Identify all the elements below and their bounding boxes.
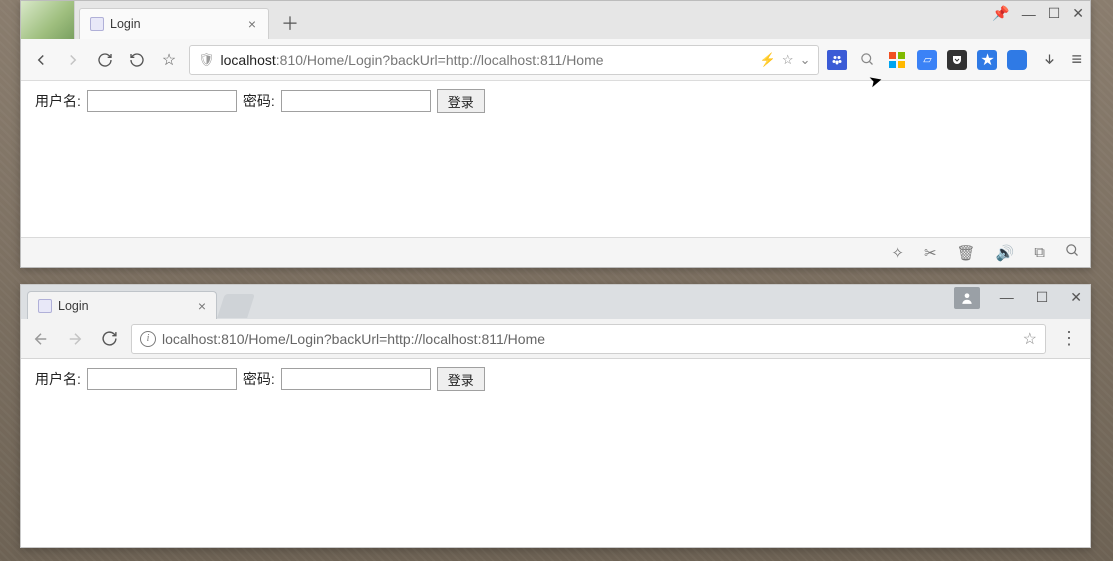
firefox-bottom-toolbar: ✧ ✂ 🗑 🔊 ⧉ (21, 237, 1090, 267)
kebab-menu-button[interactable]: ⋮ (1056, 328, 1082, 349)
maximize-button[interactable]: ☐ (1036, 289, 1049, 306)
back-button[interactable] (29, 48, 53, 72)
username-label: 用户名: (35, 91, 81, 111)
bookmark-star-button[interactable]: ☆ (157, 48, 181, 72)
password-input[interactable] (281, 90, 431, 112)
firefox-page-content: 用户名: 密码: 登录 (21, 81, 1090, 237)
audio-icon[interactable]: 🔊 (996, 244, 1015, 262)
zoom-icon[interactable] (1065, 243, 1080, 262)
close-window-button[interactable]: ✕ (1070, 289, 1082, 306)
firefox-window: Login × ＋ 📌 — ☐ ✕ ☆ 🛡 localhost:810/Home… (20, 0, 1091, 268)
star-extension-icon[interactable]: ★ (977, 50, 997, 70)
password-label: 密码: (243, 91, 275, 111)
microsoft-extension-icon[interactable] (887, 50, 907, 70)
chrome-toolbar: i localhost:810/Home/Login?backUrl=http:… (21, 319, 1090, 359)
url-actions: ⚡ ☆ ⌄ (760, 52, 811, 68)
back-button[interactable] (29, 327, 53, 351)
reload-button[interactable] (93, 48, 117, 72)
window-controls: 📌 — ☐ ✕ (992, 5, 1084, 22)
url-rest: :810/Home/Login?backUrl=http://localhost… (276, 52, 604, 68)
baidu-extension-icon[interactable] (827, 50, 847, 70)
chevron-down-icon[interactable]: ⌄ (800, 52, 811, 68)
extension-bar: ▱ ★ ≡ (887, 48, 1082, 72)
copy-icon[interactable]: ⧉ (1034, 244, 1045, 261)
undo-button[interactable] (125, 48, 149, 72)
url-text: localhost:810/Home/Login?backUrl=http://… (162, 331, 545, 347)
profile-badge[interactable] (954, 287, 980, 309)
tab-close-button[interactable]: × (246, 16, 258, 32)
pin-tool-icon[interactable]: ✧ (891, 244, 904, 262)
forward-button[interactable] (63, 327, 87, 351)
chrome-tab-strip: Login × — ☐ ✕ (21, 285, 1090, 319)
browser-tab[interactable]: Login × (79, 8, 269, 39)
new-tab-button[interactable] (217, 294, 255, 318)
blue-extension-icon[interactable]: ▱ (917, 50, 937, 70)
search-icon[interactable] (855, 48, 879, 72)
firefox-tab-strip: Login × ＋ 📌 — ☐ ✕ (21, 1, 1090, 39)
new-tab-button[interactable]: ＋ (277, 10, 303, 36)
window-controls: — ☐ ✕ (1000, 289, 1082, 306)
chrome-page-content: 用户名: 密码: 登录 (21, 359, 1090, 547)
chrome-window: Login × — ☐ ✕ i localhost:810/Home/Login… (20, 284, 1091, 548)
password-input[interactable] (281, 368, 431, 390)
address-bar[interactable]: i localhost:810/Home/Login?backUrl=http:… (131, 324, 1046, 354)
pocket-extension-icon[interactable] (947, 50, 967, 70)
browser-tab[interactable]: Login × (27, 291, 217, 319)
flash-icon[interactable]: ⚡ (760, 52, 776, 68)
hamburger-menu-button[interactable]: ≡ (1071, 49, 1082, 70)
minimize-button[interactable]: — (1022, 6, 1036, 22)
login-form: 用户名: 密码: 登录 (35, 89, 1076, 113)
maximize-button[interactable]: ☐ (1048, 5, 1061, 22)
minimize-button[interactable]: — (1000, 289, 1014, 306)
forward-button[interactable] (61, 48, 85, 72)
close-window-button[interactable]: ✕ (1072, 5, 1084, 22)
username-label: 用户名: (35, 369, 81, 389)
shield-icon: 🛡 (198, 52, 215, 68)
screenshot-icon[interactable]: ✂ (924, 244, 937, 262)
favicon-icon (38, 299, 52, 313)
round-extension-icon[interactable] (1007, 50, 1027, 70)
firefox-toolbar: ☆ 🛡 localhost:810/Home/Login?backUrl=htt… (21, 39, 1090, 81)
profile-avatar[interactable] (21, 1, 75, 39)
address-bar[interactable]: 🛡 localhost:810/Home/Login?backUrl=http:… (189, 45, 819, 75)
login-button[interactable]: 登录 (437, 367, 485, 391)
login-form: 用户名: 密码: 登录 (35, 367, 1076, 391)
favicon-icon (90, 17, 104, 31)
tab-close-button[interactable]: × (198, 298, 206, 314)
password-label: 密码: (243, 369, 275, 389)
site-info-icon[interactable]: i (140, 331, 156, 347)
username-input[interactable] (87, 368, 237, 390)
pin-icon[interactable]: 📌 (992, 5, 1009, 22)
tab-title: Login (58, 299, 89, 313)
login-button[interactable]: 登录 (437, 89, 485, 113)
trash-icon[interactable]: 🗑 (957, 244, 976, 262)
url-host: localhost (221, 52, 276, 68)
bookmark-star-icon[interactable]: ☆ (1023, 329, 1037, 349)
reload-button[interactable] (97, 327, 121, 351)
tab-title: Login (110, 17, 141, 31)
download-button[interactable] (1037, 48, 1061, 72)
username-input[interactable] (87, 90, 237, 112)
url-star-icon[interactable]: ☆ (782, 52, 794, 68)
